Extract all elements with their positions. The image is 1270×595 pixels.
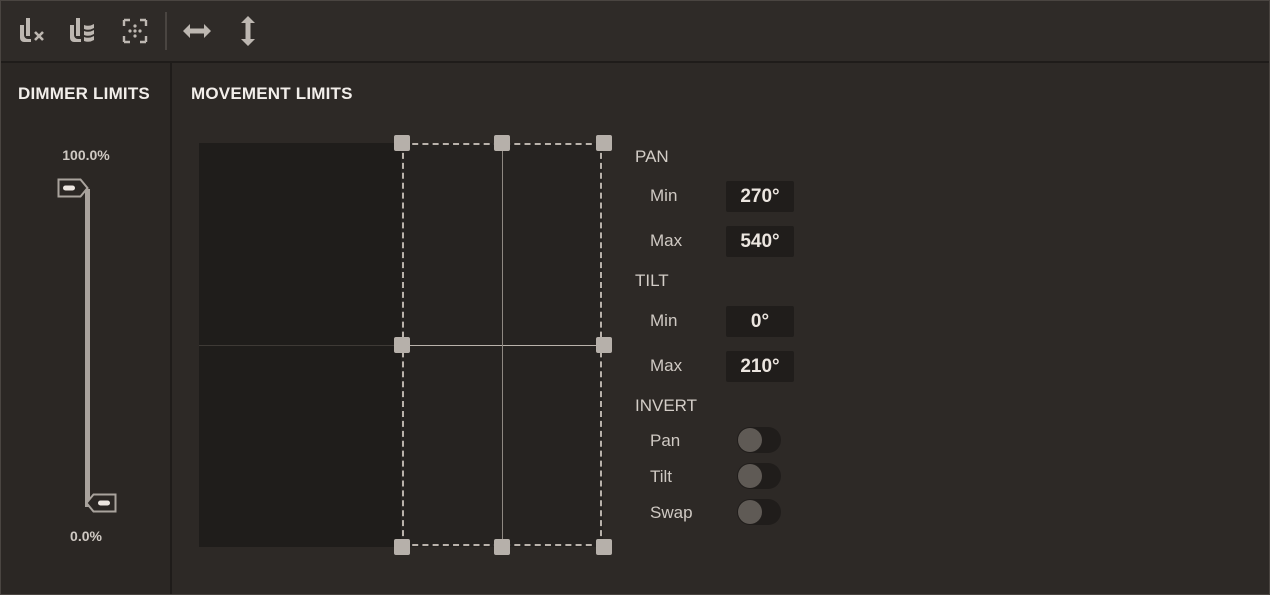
invert-pan-toggle[interactable] <box>737 427 781 453</box>
tilt-min-field[interactable]: 0° <box>726 306 794 337</box>
pan-section-label: PAN <box>635 147 669 166</box>
dimmer-curve-icon[interactable] <box>67 15 99 47</box>
invert-tilt-toggle[interactable] <box>737 463 781 489</box>
invert-tilt-label: Tilt <box>650 467 673 486</box>
selection-vertical-guide <box>502 143 503 547</box>
invert-pan-label: Pan <box>650 431 681 450</box>
tilt-section-label: TILT <box>635 271 669 290</box>
dimmer-max-label: 100.0% <box>62 147 110 163</box>
resize-handle-bottom[interactable] <box>494 539 510 555</box>
dimmer-limits-title: DIMMER LIMITS <box>18 84 150 103</box>
toolbar <box>1 1 1269 63</box>
toggle-knob <box>738 500 762 524</box>
resize-handle-top-left[interactable] <box>394 135 410 151</box>
pan-max-label: Max <box>650 231 683 250</box>
dimmer-slider-track[interactable] <box>85 189 90 507</box>
pan-min-label: Min <box>650 186 678 205</box>
pan-min-field[interactable]: 270° <box>726 181 794 212</box>
toolbar-separator <box>165 12 167 50</box>
dimmer-max-handle[interactable] <box>57 178 89 198</box>
horizontal-arrows-icon[interactable] <box>181 15 213 47</box>
fixture-limits-window: DIMMER LIMITS 100.0% 0.0% MOVEMENT LIMIT… <box>0 0 1270 595</box>
dimmer-min-handle[interactable] <box>85 493 117 513</box>
resize-handle-bottom-left[interactable] <box>394 539 410 555</box>
resize-handle-top[interactable] <box>494 135 510 151</box>
movement-limits-title: MOVEMENT LIMITS <box>191 84 353 103</box>
tilt-max-field[interactable]: 210° <box>726 351 794 382</box>
resize-handle-bottom-right[interactable] <box>596 539 612 555</box>
resize-handle-top-right[interactable] <box>596 135 612 151</box>
tilt-max-label: Max <box>650 356 683 375</box>
selection-horizontal-guide <box>402 345 604 346</box>
resize-handle-left[interactable] <box>394 337 410 353</box>
resize-handle-right[interactable] <box>596 337 612 353</box>
dimmer-min-label: 0.0% <box>70 528 102 544</box>
tilt-min-label: Min <box>650 311 678 330</box>
dimmer-off-icon[interactable] <box>17 15 49 47</box>
invert-swap-label: Swap <box>650 503 693 522</box>
invert-section-label: INVERT <box>635 396 698 415</box>
invert-swap-toggle[interactable] <box>737 499 781 525</box>
toggle-knob <box>738 428 762 452</box>
vertical-arrows-icon[interactable] <box>232 15 264 47</box>
focus-center-icon[interactable] <box>119 15 151 47</box>
toggle-knob <box>738 464 762 488</box>
pan-max-field[interactable]: 540° <box>726 226 794 257</box>
